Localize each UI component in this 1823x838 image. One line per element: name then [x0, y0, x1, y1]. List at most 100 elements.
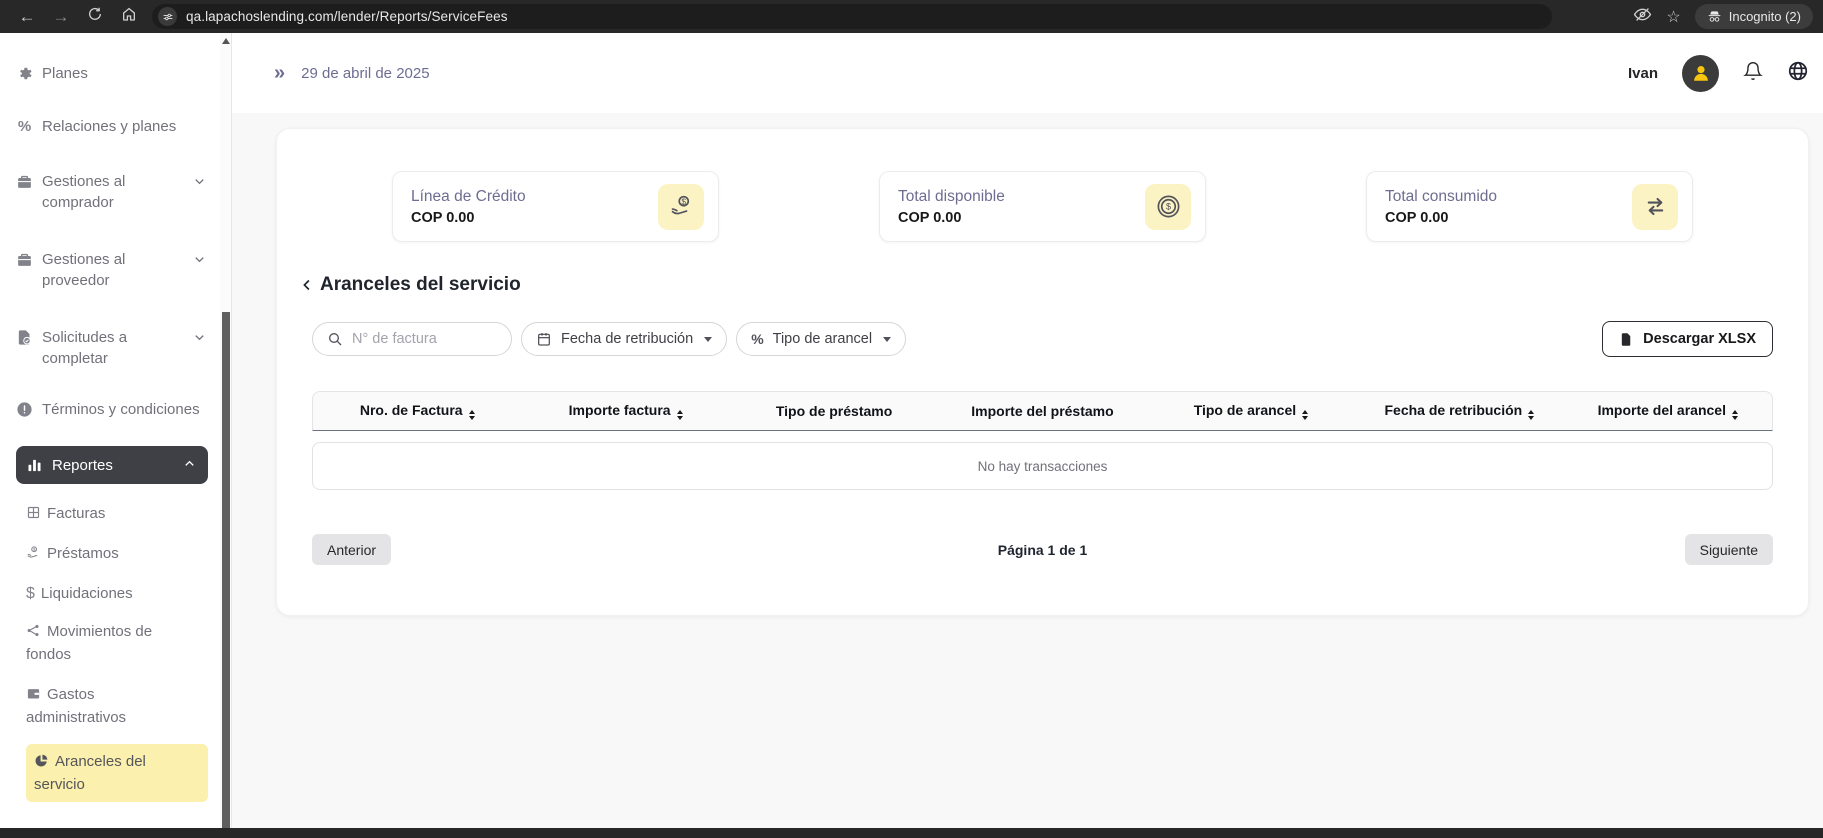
sidebar-item-label: Liquidaciones — [40, 585, 133, 602]
date-filter-dropdown[interactable]: Fecha de retribución — [521, 322, 728, 356]
table-grid-icon — [26, 504, 41, 519]
url-text: qa.lapachoslending.com/lender/Reports/Se… — [186, 9, 508, 24]
column-header[interactable]: Fecha de retribución — [1355, 402, 1563, 421]
chevron-up-icon — [182, 456, 198, 477]
sidebar-item-solicitudes[interactable]: Solicitudes a completar — [16, 327, 208, 369]
document-icon — [1621, 332, 1631, 346]
incognito-label: Incognito (2) — [1728, 9, 1801, 24]
globe-icon[interactable] — [1787, 60, 1809, 87]
bar-chart-icon — [26, 457, 43, 474]
chevron-down-icon — [192, 174, 208, 195]
svg-text:$: $ — [1165, 201, 1170, 211]
sidebar-item-gastos[interactable]: Gastos administrativos — [26, 683, 196, 729]
card-value: COP 0.00 — [1385, 209, 1449, 226]
card-title: Total consumido — [1385, 187, 1498, 205]
briefcase-icon — [16, 173, 33, 190]
bookmark-star-icon[interactable]: ☆ — [1666, 7, 1680, 27]
sidebar-item-label: Facturas — [47, 505, 106, 522]
coin-icon: $ — [1145, 183, 1191, 230]
hand-coin-icon: $ — [26, 544, 41, 559]
sidebar-item-movimientos[interactable]: Movimientos de fondos — [26, 620, 196, 666]
sidebar-item-reportes[interactable]: Reportes — [16, 446, 208, 484]
sidebar-item-label: Gestiones al comprador — [42, 173, 126, 211]
pagination: Página 1 de 1 Anterior Siguiente — [312, 534, 1773, 565]
invoice-search[interactable] — [312, 322, 512, 356]
percent-icon: % — [17, 118, 32, 135]
incognito-badge[interactable]: Incognito (2) — [1694, 4, 1813, 29]
sidebar-item-aranceles[interactable]: Aranceles del servicio — [26, 744, 208, 802]
card-title: Línea de Crédito — [411, 187, 526, 205]
wallet-icon — [26, 685, 41, 700]
sort-icon — [676, 409, 683, 421]
date-filter-label: Fecha de retribución — [561, 331, 694, 347]
filters-row: Fecha de retribución % Tipo de arancel D… — [312, 321, 1773, 357]
invoice-search-input[interactable] — [352, 331, 492, 347]
scrollbar-up-arrow-icon[interactable] — [222, 38, 230, 44]
network-share-icon — [26, 622, 41, 637]
site-settings-icon[interactable] — [158, 7, 177, 26]
column-header: Tipo de préstamo — [775, 403, 893, 419]
card-value: COP 0.00 — [898, 209, 962, 226]
incognito-icon — [1708, 11, 1721, 22]
sidebar-item-label: Relaciones y planes — [42, 118, 177, 135]
address-bar[interactable]: qa.lapachoslending.com/lender/Reports/Se… — [152, 4, 1552, 29]
chevron-down-icon — [192, 252, 208, 273]
download-button-label: Descargar XLSX — [1643, 331, 1756, 347]
table-header: Nro. de Factura Importe factura Tipo de … — [312, 391, 1773, 431]
forward-icon[interactable]: → — [44, 7, 78, 27]
svg-text:$: $ — [33, 547, 36, 552]
sort-icon — [1731, 409, 1738, 421]
search-icon — [329, 333, 342, 346]
sidebar-item-planes[interactable]: Planes — [16, 63, 208, 84]
sidebar-item-gestiones-comprador[interactable]: Gestiones al comprador — [16, 171, 208, 213]
column-header: Importe del préstamo — [971, 403, 1114, 419]
eye-off-icon[interactable] — [1633, 5, 1652, 29]
chevron-down-icon — [192, 330, 208, 351]
alert-circle-icon — [16, 401, 33, 418]
sort-icon — [468, 409, 475, 421]
fee-type-filter-label: Tipo de arancel — [772, 331, 873, 347]
back-icon[interactable]: ← — [10, 7, 44, 27]
svg-text:$: $ — [681, 196, 686, 206]
sidebar-item-terminos[interactable]: Términos y condiciones — [16, 399, 208, 420]
content-panel: Línea de Crédito COP 0.00 $ Total dispon… — [276, 128, 1809, 616]
total-available-card: Total disponible COP 0.00 $ — [879, 171, 1206, 242]
file-check-icon — [16, 329, 33, 346]
sidebar-expand-icon[interactable]: » — [274, 62, 285, 85]
column-header[interactable]: Importe del arancel — [1564, 402, 1772, 421]
section-heading: Aranceles del servicio — [298, 274, 1773, 296]
sidebar-item-label: Préstamos — [47, 545, 119, 562]
avatar[interactable] — [1682, 54, 1719, 92]
sidebar: Planes % Relaciones y planes Gestiones a… — [0, 33, 220, 838]
topbar: » 29 de abril de 2025 Ivan — [232, 33, 1823, 113]
fee-type-filter-dropdown[interactable]: % Tipo de arancel — [736, 322, 907, 356]
sidebar-item-label: Reportes — [52, 456, 113, 474]
sidebar-scrollbar[interactable] — [220, 33, 232, 838]
empty-state: No hay transacciones — [312, 442, 1773, 490]
sidebar-item-gestiones-proveedor[interactable]: Gestiones al proveedor — [16, 249, 208, 291]
page-title: Aranceles del servicio — [320, 274, 521, 295]
sidebar-item-label: Planes — [42, 65, 88, 82]
stat-cards-row: Línea de Crédito COP 0.00 $ Total dispon… — [312, 171, 1773, 242]
sidebar-item-label: Gastos administrativos — [26, 686, 127, 726]
credit-line-card: Línea de Crédito COP 0.00 $ — [392, 171, 719, 242]
bell-icon[interactable] — [1743, 61, 1763, 86]
scrollbar-thumb[interactable] — [222, 312, 230, 838]
sort-icon — [1302, 409, 1309, 421]
current-date: 29 de abril de 2025 — [301, 64, 430, 82]
column-header[interactable]: Nro. de Factura — [313, 402, 521, 421]
back-chevron-icon[interactable] — [298, 276, 316, 294]
sidebar-item-facturas[interactable]: Facturas — [26, 502, 196, 525]
reload-icon[interactable] — [78, 6, 112, 27]
sidebar-item-prestamos[interactable]: $ Préstamos — [26, 542, 196, 565]
column-header[interactable]: Tipo de arancel — [1147, 402, 1355, 421]
home-icon[interactable] — [112, 6, 146, 27]
sidebar-item-label: Gestiones al proveedor — [42, 251, 126, 289]
sidebar-item-relaciones[interactable]: % Relaciones y planes — [16, 116, 208, 137]
sidebar-item-label: Movimientos de fondos — [26, 623, 153, 663]
column-header[interactable]: Importe factura — [521, 402, 729, 421]
download-xlsx-button[interactable]: Descargar XLSX — [1602, 321, 1773, 357]
sidebar-item-label: Aranceles del servicio — [34, 753, 146, 793]
sidebar-item-label: Términos y condiciones — [42, 401, 200, 418]
sidebar-item-liquidaciones[interactable]: $ Liquidaciones — [26, 582, 196, 605]
